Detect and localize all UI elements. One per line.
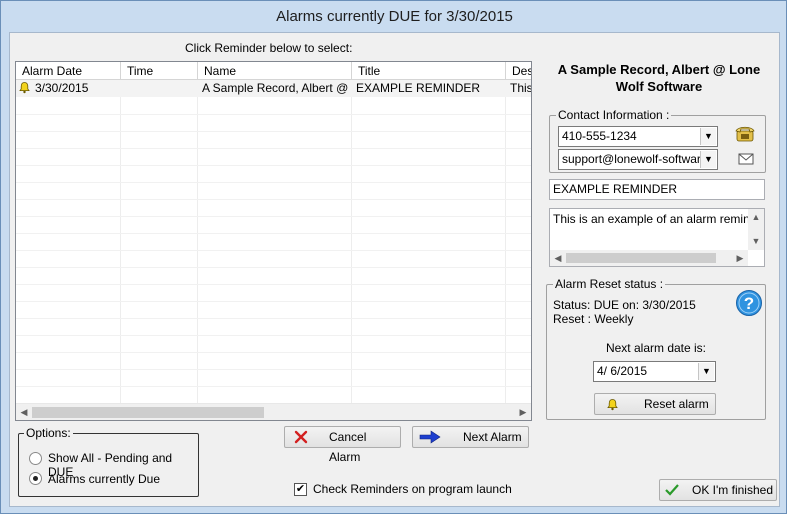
scroll-thumb[interactable]	[566, 253, 716, 263]
next-alarm-button[interactable]: Next Alarm	[412, 426, 529, 448]
row-name: A Sample Record, Albert @ ...	[202, 81, 352, 95]
scroll-down-icon[interactable]: ▼	[748, 233, 764, 250]
svg-text:?: ?	[744, 294, 754, 313]
scroll-right-icon[interactable]: ▶	[515, 404, 531, 420]
phone-value: 410-555-1234	[562, 129, 637, 143]
arrow-right-icon	[419, 430, 441, 444]
scroll-left-icon[interactable]: ◀	[550, 250, 566, 266]
cancel-x-icon	[294, 430, 308, 444]
reminder-title-field[interactable]: EXAMPLE REMINDER	[549, 179, 765, 200]
window-frame: Alarms currently DUE for 3/30/2015 Click…	[0, 0, 787, 514]
options-group: Options: Show All - Pending and DUE Alar…	[18, 426, 199, 497]
alarms-due-label[interactable]: Alarms currently Due	[48, 472, 160, 486]
email-combo[interactable]: support@lonewolf-software.c ▼	[558, 149, 718, 170]
vertical-scrollbar[interactable]: ▲ ▼	[748, 209, 764, 250]
reminder-list[interactable]: Alarm Date Time Name Title Des 3/30/2015…	[15, 61, 532, 421]
row-time	[121, 80, 198, 97]
radio-alarms-due[interactable]	[29, 472, 42, 485]
chevron-down-icon[interactable]: ▼	[700, 151, 716, 168]
scroll-right-icon[interactable]: ▶	[732, 250, 748, 266]
ok-finished-label: OK I'm finished	[692, 483, 773, 497]
row-title: EXAMPLE REMINDER	[356, 81, 481, 95]
dialog-client: Click Reminder below to select: Alarm Da…	[9, 32, 780, 507]
check-reminders-checkbox[interactable]: ✔	[294, 483, 307, 496]
list-header: Alarm Date Time Name Title Des	[16, 62, 531, 80]
alarm-reset-label: Alarm Reset status :	[553, 277, 666, 291]
window-title: Alarms currently DUE for 3/30/2015	[276, 8, 513, 25]
contact-label: Contact Information :	[556, 108, 672, 122]
column-description[interactable]: Des	[506, 62, 531, 80]
ok-finished-button[interactable]: OK I'm finished	[659, 479, 777, 501]
horizontal-scrollbar[interactable]: ◀ ▶	[16, 403, 531, 420]
row-description: This	[510, 81, 532, 95]
bell-icon	[607, 399, 618, 411]
reset-alarm-button[interactable]: Reset alarm	[594, 393, 716, 415]
next-date-picker[interactable]: 4/ 6/2015 ▼	[593, 361, 716, 382]
record-title: A Sample Record, Albert @ Lone Wolf Soft…	[557, 62, 761, 94]
phone-combo[interactable]: 410-555-1234 ▼	[558, 126, 718, 147]
bell-icon	[19, 82, 30, 94]
radio-show-all[interactable]	[29, 452, 42, 465]
column-name[interactable]: Name	[198, 62, 352, 80]
next-date-label: Next alarm date is:	[605, 341, 707, 355]
next-date-value: 4/ 6/2015	[597, 364, 648, 378]
phone-icon[interactable]	[735, 125, 755, 143]
alarm-reset-group: Alarm Reset status : Status: DUE on: 3/3…	[546, 277, 766, 420]
chevron-down-icon[interactable]: ▼	[700, 128, 716, 145]
check-icon	[665, 484, 679, 496]
email-value: support@lonewolf-software.c	[562, 152, 700, 166]
chevron-down-icon[interactable]: ▼	[698, 363, 714, 380]
check-reminders-label[interactable]: Check Reminders on program launch	[313, 482, 512, 496]
column-title[interactable]: Title	[352, 62, 506, 80]
row-date: 3/30/2015	[35, 81, 89, 95]
scroll-up-icon[interactable]: ▲	[748, 209, 764, 226]
reminder-text-field[interactable]: This is an example of an alarm reminder …	[549, 208, 765, 267]
scroll-left-icon[interactable]: ◀	[16, 404, 32, 420]
table-row[interactable]: 3/30/2015 A Sample Record, Albert @ ... …	[16, 80, 531, 97]
horizontal-scrollbar[interactable]: ◀ ▶	[550, 250, 748, 266]
reset-frequency-text: Reset : Weekly	[553, 312, 634, 326]
reminder-text-value: This is an example of an alarm reminder …	[553, 212, 749, 226]
contact-group: Contact Information : 410-555-1234 ▼ sup…	[549, 108, 766, 173]
help-icon[interactable]: ?	[735, 289, 763, 317]
reminder-title-value: EXAMPLE REMINDER	[553, 182, 678, 196]
options-label: Options:	[24, 426, 73, 440]
list-hint: Click Reminder below to select:	[185, 41, 353, 55]
scroll-thumb[interactable]	[32, 407, 264, 418]
cancel-alarm-button[interactable]: Cancel Alarm	[284, 426, 401, 464]
reset-alarm-label: Reset alarm	[644, 397, 709, 411]
next-alarm-label: Next Alarm	[463, 430, 522, 444]
column-time[interactable]: Time	[121, 62, 198, 80]
reset-status-text: Status: DUE on: 3/30/2015	[553, 298, 696, 312]
cancel-alarm-label: Cancel Alarm	[329, 430, 367, 464]
cell-alarm-date: 3/30/2015	[18, 80, 120, 97]
email-icon[interactable]	[738, 153, 754, 165]
column-alarm-date[interactable]: Alarm Date	[16, 62, 121, 80]
